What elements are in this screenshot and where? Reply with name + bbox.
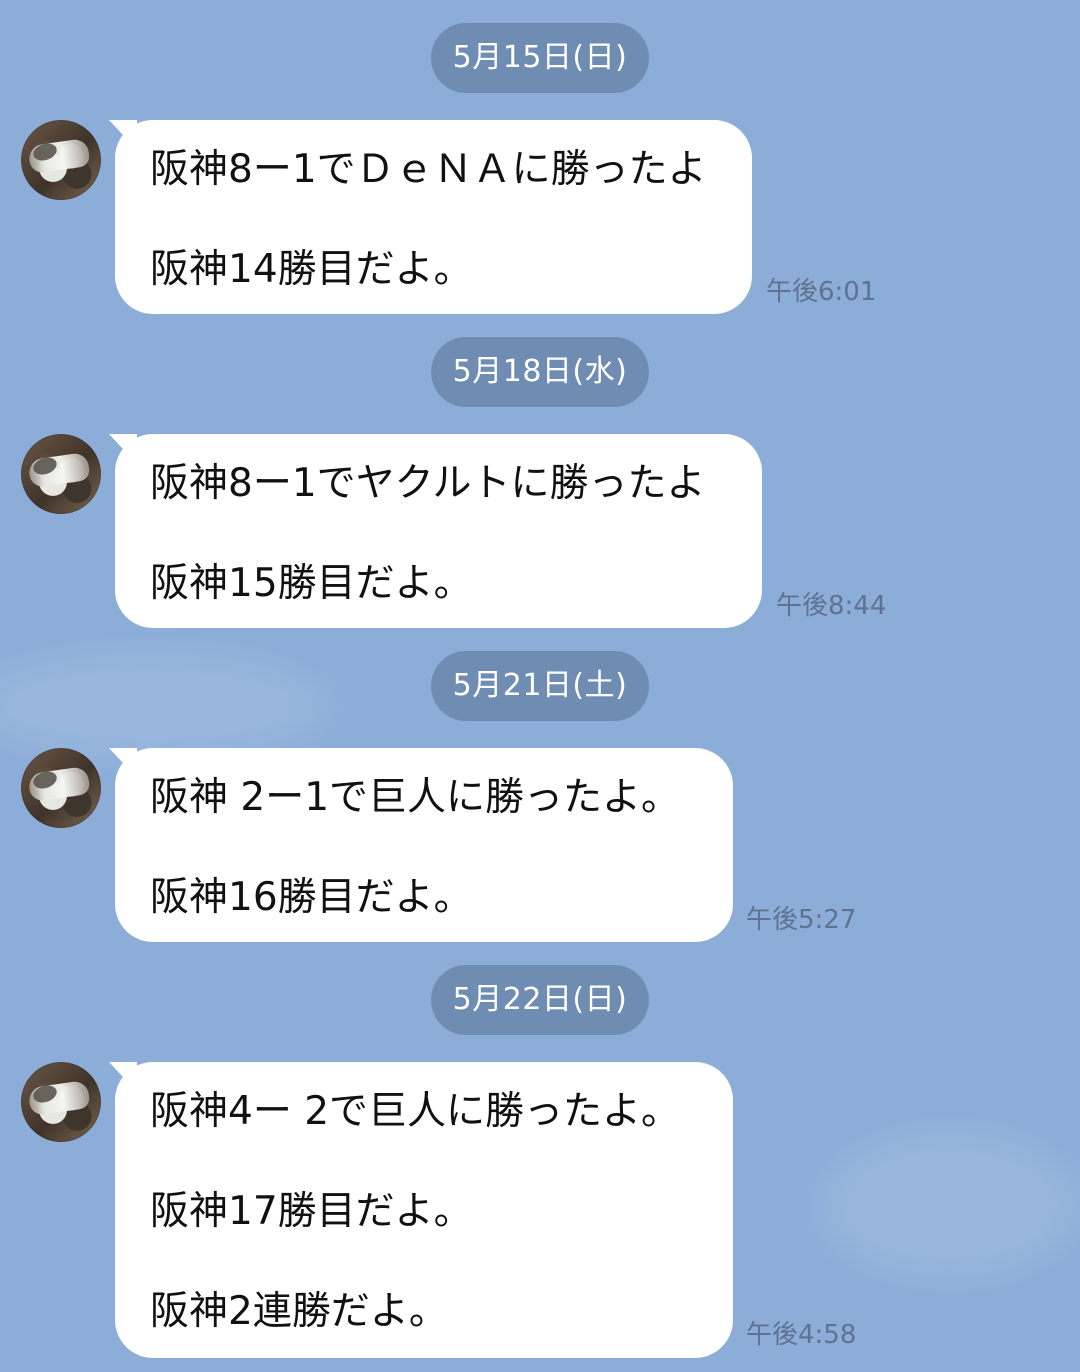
date-separator: 5月22日(日) [431,965,649,1035]
message-line: 阪神14勝目だよ。 [150,247,473,292]
message-line: 阪神15勝目だよ。 [150,561,473,606]
message-time: 午後8:44 [776,591,887,621]
background-cloud [0,650,330,760]
message-line: 阪神8ー1でＤｅＮＡに勝ったよ [150,147,707,192]
message-bubble[interactable]: 阪神8ー1でＤｅＮＡに勝ったよ 阪神14勝目だよ。 [115,120,752,314]
date-separator: 5月18日(水) [431,337,649,407]
background-cloud [820,1130,1080,1280]
message-time: 午後4:58 [746,1320,857,1350]
avatar[interactable] [21,434,101,514]
message-line: 阪神8ー1でヤクルトに勝ったよ [150,461,706,506]
message-bubble[interactable]: 阪神4ー 2で巨人に勝ったよ。 阪神17勝目だよ。 阪神2連勝だよ。 [115,1062,733,1358]
date-separator: 5月15日(日) [431,23,649,93]
message-line: 阪神16勝目だよ。 [150,875,473,920]
message-time: 午後6:01 [766,277,877,307]
message-line: 阪神17勝目だよ。 [150,1189,473,1234]
message-time: 午後5:27 [746,905,857,935]
message-line: 阪神 2ー1で巨人に勝ったよ。 [150,775,681,820]
avatar[interactable] [21,748,101,828]
date-separator: 5月21日(土) [431,651,649,721]
message-line: 阪神2連勝だよ。 [150,1289,448,1334]
avatar[interactable] [21,120,101,200]
message-bubble[interactable]: 阪神 2ー1で巨人に勝ったよ。 阪神16勝目だよ。 [115,748,733,942]
message-line: 阪神4ー 2で巨人に勝ったよ。 [150,1089,681,1134]
avatar[interactable] [21,1062,101,1142]
message-bubble[interactable]: 阪神8ー1でヤクルトに勝ったよ 阪神15勝目だよ。 [115,434,762,628]
